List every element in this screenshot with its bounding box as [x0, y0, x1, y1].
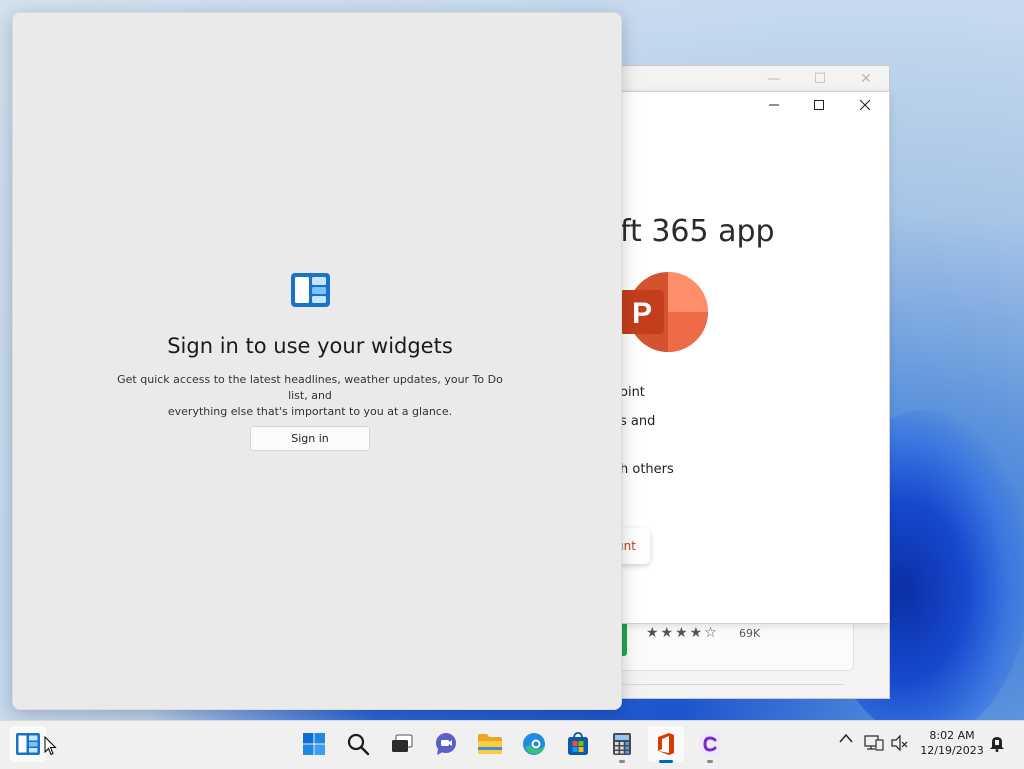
minimize-button[interactable] — [754, 94, 794, 116]
widgets-description: Get quick access to the latest headlines… — [112, 372, 508, 420]
chat-button[interactable] — [428, 726, 464, 762]
close-icon — [859, 99, 871, 111]
chat-icon — [436, 733, 456, 755]
office-button[interactable] — [648, 726, 684, 762]
feature-line-1: oint — [620, 385, 645, 400]
volume-button[interactable] — [890, 734, 910, 756]
search-button[interactable] — [340, 726, 376, 762]
clipchamp-button[interactable] — [692, 726, 728, 762]
edge-icon — [523, 733, 545, 755]
widgets-button[interactable] — [10, 726, 46, 762]
office-heading: ft 365 app — [620, 214, 775, 249]
calculator-running-indicator — [619, 760, 625, 763]
minimize-icon — [769, 104, 779, 106]
task-view-icon — [392, 734, 413, 752]
maximize-icon — [814, 100, 824, 110]
feature-line-2: s and — [620, 414, 656, 429]
widgets-icon — [16, 733, 40, 755]
rating-stars: ★★★★☆ — [646, 625, 719, 641]
network-icon — [864, 735, 884, 751]
maximize-button[interactable] — [799, 94, 839, 116]
start-icon — [303, 733, 325, 755]
mouse-cursor-icon — [44, 736, 57, 756]
calculator-button[interactable] — [604, 726, 640, 762]
show-hidden-icons-button[interactable] — [838, 732, 854, 748]
rating-count: 69K — [739, 627, 761, 640]
widgets-title: Sign in to use your widgets — [167, 334, 453, 358]
powerpoint-logo-icon: P — [620, 272, 708, 352]
bg-maximize-icon[interactable]: ☐ — [797, 71, 843, 87]
background-window-titlebar: — ☐ ✕ — [601, 66, 889, 92]
microsoft-store-button[interactable] — [560, 726, 596, 762]
file-explorer-icon — [478, 734, 502, 754]
clock-date: 12/19/2023 — [920, 744, 984, 757]
bg-close-icon[interactable]: ✕ — [843, 71, 889, 87]
widgets-description-line2: everything else that's important to you … — [167, 405, 453, 418]
notification-bell-icon — [990, 737, 1004, 752]
widgets-logo-icon — [291, 273, 330, 307]
bg-minimize-icon[interactable]: — — [751, 71, 797, 87]
divider — [612, 684, 844, 685]
file-explorer-button[interactable] — [472, 726, 508, 762]
office-icon — [658, 733, 674, 755]
sign-in-button[interactable]: Sign in — [250, 426, 370, 451]
widgets-panel — [12, 12, 622, 710]
search-icon — [347, 733, 370, 756]
office-app-window — [612, 91, 890, 624]
clipchamp-running-indicator — [707, 760, 713, 763]
office-running-indicator — [659, 760, 673, 763]
volume-muted-icon — [891, 734, 908, 752]
calculator-icon — [613, 733, 631, 755]
task-view-button[interactable] — [384, 726, 420, 762]
notifications-button[interactable] — [988, 734, 1006, 756]
microsoft-store-icon — [568, 732, 588, 755]
widgets-description-line1: Get quick access to the latest headlines… — [117, 373, 503, 402]
network-button[interactable] — [864, 734, 884, 756]
edge-button[interactable] — [516, 726, 552, 762]
start-button[interactable] — [296, 726, 332, 762]
clock-time: 8:02 AM — [929, 729, 975, 742]
clipchamp-icon — [699, 733, 721, 755]
clock[interactable]: 8:02 AM 12/19/2023 — [918, 728, 986, 758]
svg-text:P: P — [632, 297, 652, 330]
feature-line-3: h others — [620, 462, 674, 477]
chevron-up-icon — [839, 733, 853, 743]
close-button[interactable] — [845, 94, 885, 116]
